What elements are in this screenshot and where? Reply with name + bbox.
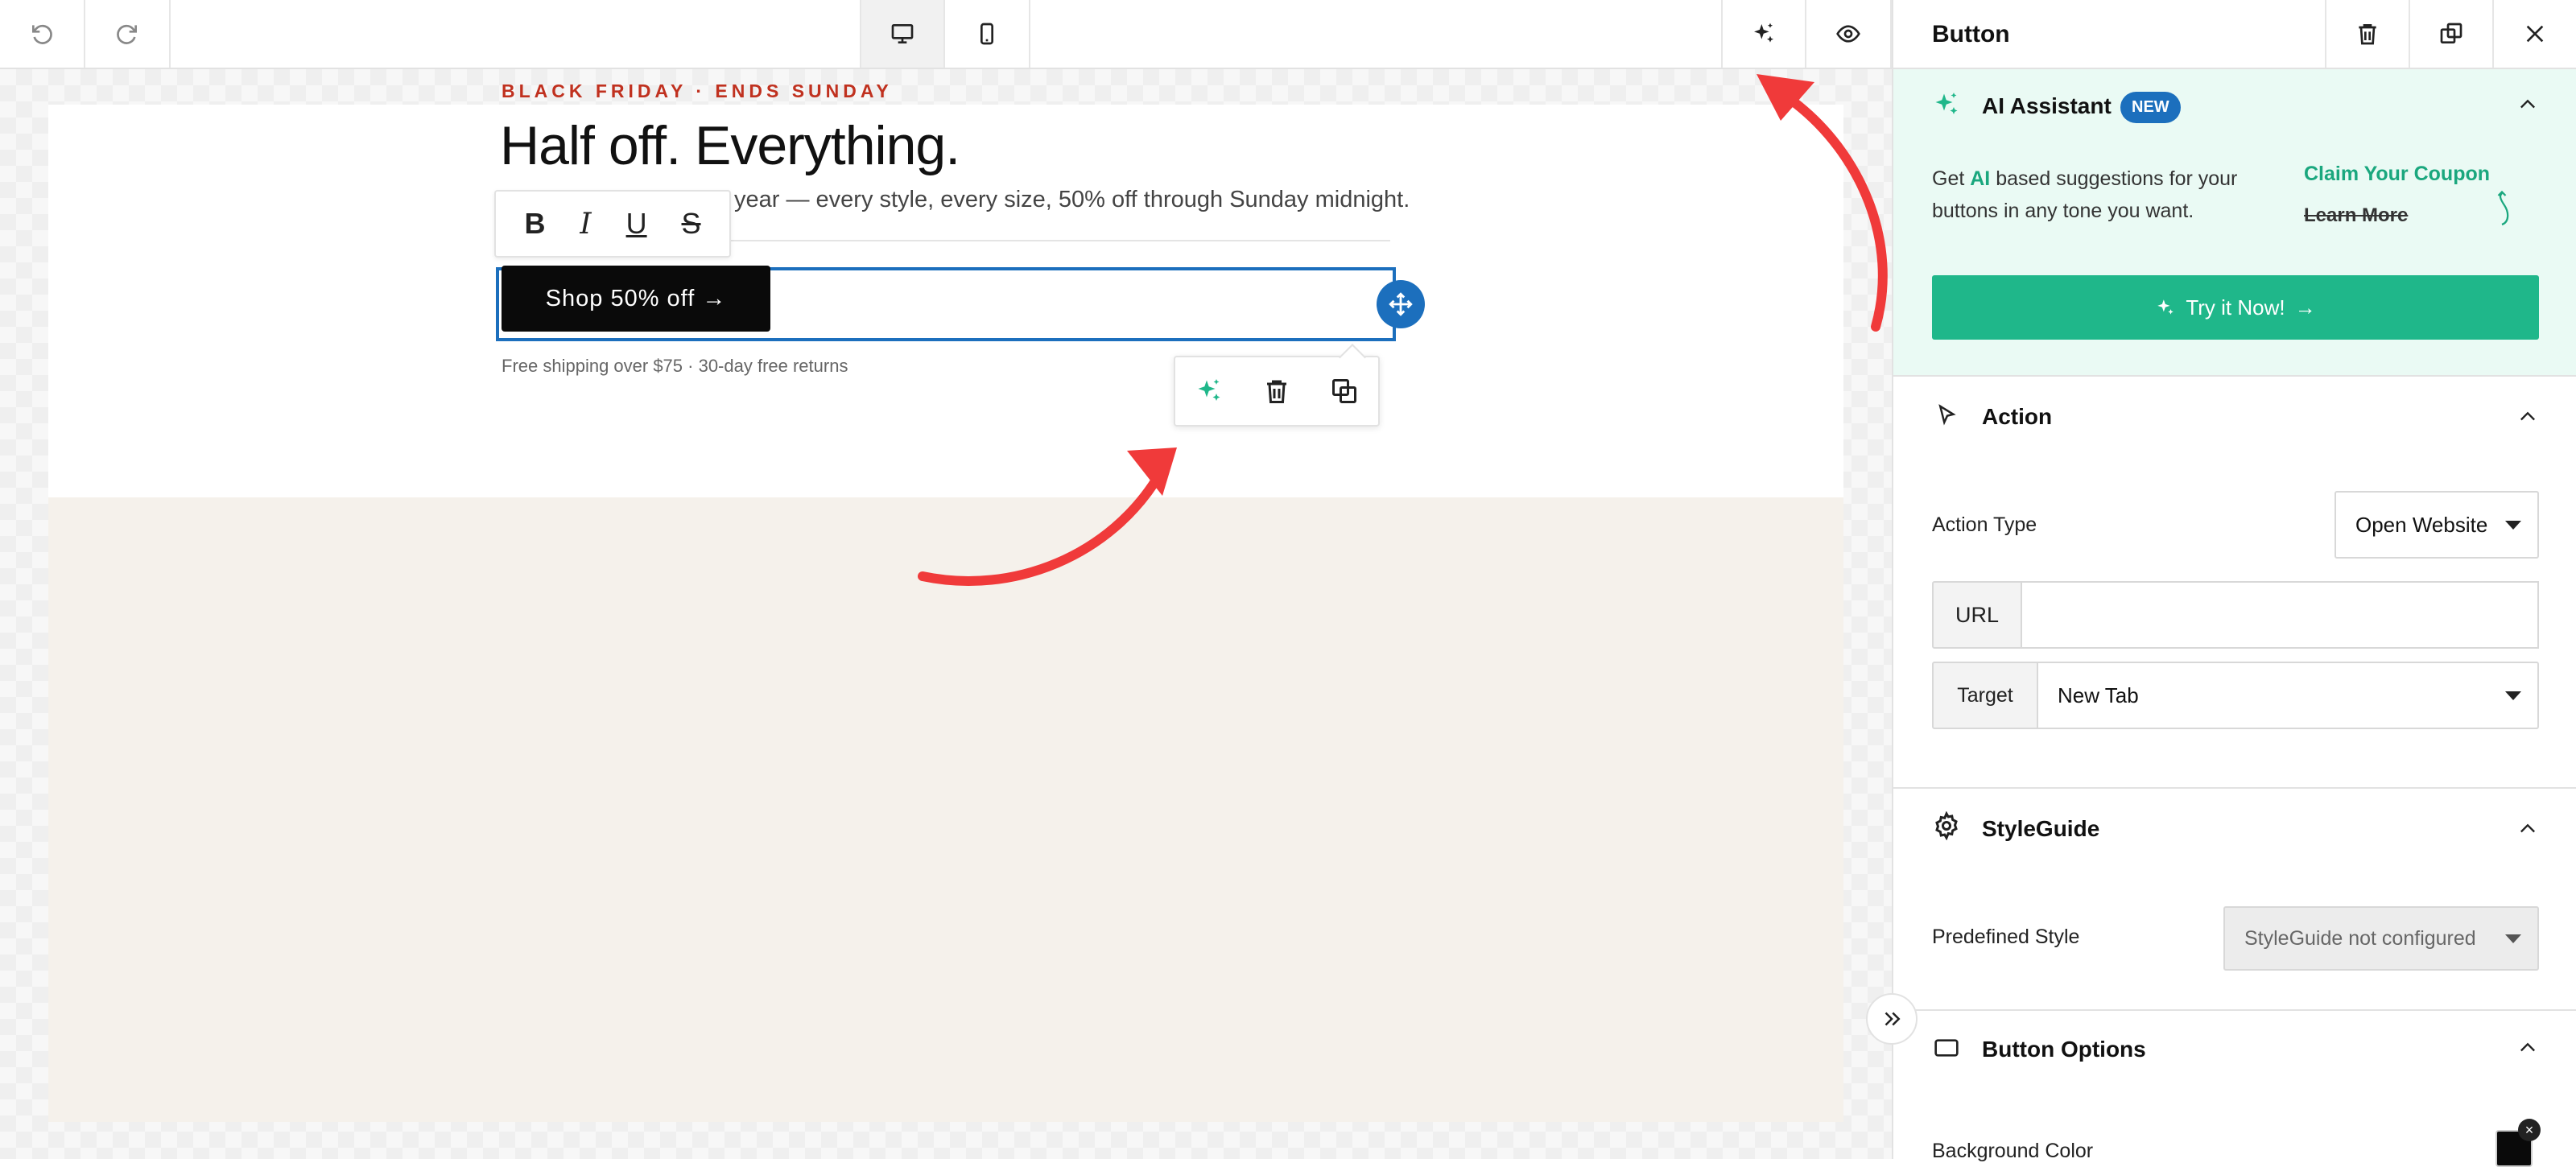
button-options-section-title: Button Options <box>1982 1037 2146 1062</box>
redo-button[interactable] <box>85 0 171 68</box>
predefined-style-value: StyleGuide not configured <box>2244 926 2476 950</box>
mobile-icon <box>980 23 993 45</box>
sparkle-icon <box>1935 93 1958 114</box>
move-icon <box>1389 292 1413 316</box>
properties-panel: Button AI Assistant NEW Get AI based sug… <box>1892 0 2576 1162</box>
strikethrough-button[interactable]: S <box>682 207 701 241</box>
block-context-toolbar <box>1174 356 1380 427</box>
preview-button[interactable] <box>1806 0 1892 68</box>
undo-icon <box>32 24 52 44</box>
ai-section-title: AI Assistant <box>1982 93 2112 118</box>
editor-toolbar <box>0 0 1892 69</box>
claim-coupon-link[interactable]: Claim Your Coupon <box>2304 163 2490 186</box>
styleguide-section-title: StyleGuide <box>1982 816 2100 841</box>
clear-color-icon[interactable]: × <box>2518 1119 2541 1141</box>
move-handle[interactable] <box>1377 280 1425 328</box>
button-options-section: Button Options Background Color <box>1893 1011 2576 1162</box>
underline-button[interactable]: U <box>626 207 647 241</box>
ai-desc-text: Get <box>1932 167 1971 190</box>
email-headline[interactable]: Half off. Everything. <box>500 114 960 177</box>
action-type-value: Open Website <box>2355 512 2488 537</box>
ai-description: Get AI based suggestions for your button… <box>1932 163 2302 227</box>
email-subtext[interactable]: year — every style, every size, 50% off … <box>734 187 1620 213</box>
url-addon: URL <box>1932 581 2022 649</box>
text-format-toolbar: B I U S <box>494 190 731 258</box>
predefined-style-label: Predefined Style <box>1932 926 2080 948</box>
ai-assistant-section: AI Assistant NEW Get AI based suggestion… <box>1893 69 2576 377</box>
panel-header: Button <box>1893 0 2576 69</box>
chevron-up-icon[interactable] <box>2516 1037 2539 1059</box>
predefined-style-select[interactable]: StyleGuide not configured <box>2223 906 2539 971</box>
try-it-now-label: Try it Now! <box>2186 295 2285 320</box>
action-section: Action Action Type Open Website URL Targ… <box>1893 377 2576 789</box>
bold-button[interactable]: B <box>524 207 545 241</box>
try-it-now-button[interactable]: Try it Now! → <box>1932 275 2539 340</box>
target-value: New Tab <box>2058 682 2139 707</box>
target-select[interactable]: New Tab <box>2038 662 2539 729</box>
undo-button[interactable] <box>0 0 85 68</box>
caret-down-icon <box>2505 934 2521 943</box>
trash-icon[interactable] <box>1262 377 1291 406</box>
chevron-up-icon[interactable] <box>2516 818 2539 840</box>
action-section-title: Action <box>1982 404 2053 429</box>
collapse-panel-button[interactable] <box>1866 993 1918 1045</box>
double-chevron-right-icon <box>1885 1012 1901 1026</box>
styleguide-section: StyleGuide Predefined Style StyleGuide n… <box>1893 789 2576 1011</box>
trash-icon <box>2359 24 2376 45</box>
desktop-view-button[interactable] <box>860 0 945 68</box>
curly-arrow-icon <box>2497 190 2509 226</box>
ai-sparkle-icon[interactable] <box>1195 377 1224 406</box>
sparkle-icon <box>1754 23 1773 43</box>
duplicate-icon <box>2440 23 2462 43</box>
target-addon: Target <box>1932 662 2038 729</box>
desktop-icon <box>891 23 914 43</box>
ai-assistant-button[interactable] <box>1721 0 1806 68</box>
mobile-view-button[interactable] <box>945 0 1030 68</box>
action-type-label: Action Type <box>1932 513 2037 536</box>
sparkle-icon <box>2157 299 2174 315</box>
arrow-right-icon: → <box>2294 295 2316 320</box>
redo-icon <box>117 24 137 44</box>
cursor-icon <box>1938 404 1956 426</box>
caret-down-icon <box>2505 521 2521 530</box>
eye-icon <box>1836 25 1860 43</box>
ai-desc-highlight: AI <box>1970 167 1991 190</box>
close-panel-button[interactable] <box>2492 0 2576 68</box>
email-fineprint: Free shipping over $75 · 30-day free ret… <box>502 356 848 376</box>
shop-cta-button[interactable]: Shop 50% off → <box>502 266 770 332</box>
caret-down-icon <box>2505 691 2521 700</box>
delete-block-button[interactable] <box>2325 0 2409 68</box>
button-shape-icon <box>1934 1039 1959 1057</box>
email-body-section <box>48 497 1843 1122</box>
close-icon <box>2526 25 2544 43</box>
editor-canvas <box>0 69 1892 1159</box>
gear-icon <box>1935 811 1958 840</box>
url-input[interactable] <box>2022 581 2539 649</box>
new-badge: NEW <box>2120 92 2181 123</box>
background-color-label: Background Color <box>1932 1140 2094 1162</box>
chevron-up-icon[interactable] <box>2516 93 2539 116</box>
duplicate-icon[interactable] <box>1330 377 1359 406</box>
italic-button[interactable]: I <box>580 208 591 241</box>
duplicate-block-button[interactable] <box>2409 0 2492 68</box>
action-type-select[interactable]: Open Website <box>2334 491 2539 559</box>
email-eyebrow: BLACK FRIDAY · ENDS SUNDAY <box>502 80 893 101</box>
chevron-up-icon[interactable] <box>2516 406 2539 428</box>
learn-more-link[interactable]: Learn More <box>2304 204 2408 227</box>
panel-title: Button <box>1932 21 2010 47</box>
